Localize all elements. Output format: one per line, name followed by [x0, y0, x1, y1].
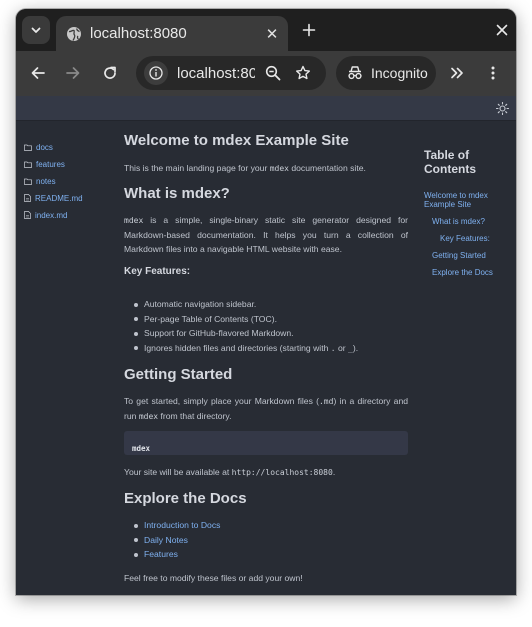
- available-paragraph: Your site will be available at http://lo…: [124, 467, 336, 477]
- features-list: Automatic navigation sidebar. Per-page T…: [134, 297, 408, 357]
- folder-icon: [24, 178, 32, 185]
- window-close-button[interactable]: [491, 19, 513, 41]
- incognito-indicator[interactable]: Incognito: [336, 56, 436, 90]
- more-vertical-icon: [491, 66, 495, 80]
- sidebar-item-label: docs: [36, 142, 53, 152]
- tab-search-button[interactable]: [22, 16, 50, 44]
- zoom-out-icon: [265, 65, 281, 81]
- toc-item-getting-started[interactable]: Getting Started: [432, 251, 486, 260]
- url-text[interactable]: localhost:8080: [177, 65, 255, 82]
- tab-title: localhost:8080: [90, 25, 187, 42]
- zoom-button[interactable]: [261, 61, 285, 85]
- plus-icon: [302, 23, 316, 37]
- sidebar-item-label: features: [36, 159, 65, 169]
- address-bar[interactable]: localhost:8080: [136, 56, 326, 90]
- sidebar-nav: docs features notes README.md index.md: [16, 121, 114, 595]
- sidebar-item-label: notes: [36, 176, 56, 186]
- list-item: Support for GitHub-flavored Markdown.: [134, 326, 408, 341]
- bookmark-button[interactable]: [291, 61, 315, 85]
- link-introduction-to-docs[interactable]: Introduction to Docs: [144, 520, 220, 530]
- menu-button[interactable]: [480, 60, 506, 86]
- new-tab-button[interactable]: [298, 19, 320, 41]
- sidebar-item-label: index.md: [35, 210, 68, 220]
- getting-started-paragraph: To get started, simply place your Markdo…: [124, 396, 409, 421]
- sidebar-item-features[interactable]: features: [24, 157, 65, 171]
- reload-icon: [104, 66, 116, 79]
- toc-title: Table of Contents: [424, 148, 476, 176]
- link-features[interactable]: Features: [144, 549, 178, 559]
- footer-paragraph: Feel free to modify these files or add y…: [124, 573, 303, 583]
- star-icon: [296, 65, 310, 80]
- tab-strip: localhost:8080 ✕: [16, 9, 516, 51]
- sidebar-item-notes[interactable]: notes: [24, 174, 56, 188]
- toc-item-welcome[interactable]: Welcome to mdex Example Site: [424, 191, 510, 209]
- close-icon: [496, 24, 508, 36]
- list-item: Features: [134, 547, 408, 562]
- browser-window: localhost:8080 ✕ localhost:8080: [16, 9, 516, 595]
- what-paragraph: mdex is a simple, single-binary static s…: [124, 215, 408, 254]
- chevron-down-icon: [31, 27, 41, 33]
- reload-button[interactable]: [97, 60, 123, 86]
- site-info-button[interactable]: [144, 61, 168, 85]
- heading-key-features: Key Features:: [124, 266, 191, 277]
- browser-tab-active[interactable]: localhost:8080 ✕: [56, 16, 288, 51]
- arrow-left-icon: [31, 67, 45, 79]
- heading-getting-started: Getting Started: [124, 366, 233, 383]
- sidebar-item-readme[interactable]: README.md: [24, 191, 83, 205]
- heading-what-is-mdex: What is mdex?: [124, 185, 230, 202]
- incognito-label: Incognito: [371, 65, 428, 81]
- sun-icon: [495, 101, 509, 115]
- extensions-overflow-button[interactable]: [444, 60, 470, 86]
- list-item: Ignores hidden files and directories (st…: [134, 341, 408, 357]
- list-item: Automatic navigation sidebar.: [134, 297, 408, 312]
- list-item: Introduction to Docs: [134, 518, 408, 533]
- intro-paragraph: This is the main landing page for your m…: [124, 163, 366, 173]
- info-icon: [149, 66, 163, 80]
- site-header-bar: [16, 96, 516, 121]
- toc-item-key-features[interactable]: Key Features:: [440, 234, 490, 243]
- arrow-right-icon: [66, 67, 80, 79]
- heading-explore-docs: Explore the Docs: [124, 490, 247, 507]
- browser-toolbar: localhost:8080 Incognito: [16, 51, 516, 96]
- sidebar-item-index[interactable]: index.md: [24, 208, 67, 222]
- toc-item-explore-docs[interactable]: Explore the Docs: [432, 268, 493, 277]
- list-item: Per-page Table of Contents (TOC).: [134, 312, 408, 327]
- folder-icon: [24, 161, 32, 168]
- forward-button[interactable]: [60, 60, 86, 86]
- double-chevron-right-icon: [451, 67, 463, 79]
- back-button[interactable]: [25, 60, 51, 86]
- toc-item-what-is-mdex[interactable]: What is mdex?: [432, 217, 485, 226]
- folder-icon: [24, 144, 32, 151]
- list-item: Daily Notes: [134, 533, 408, 548]
- code-block: mdex: [124, 431, 408, 455]
- link-daily-notes[interactable]: Daily Notes: [144, 535, 188, 545]
- sidebar-item-docs[interactable]: docs: [24, 140, 53, 154]
- globe-icon: [67, 26, 81, 41]
- file-icon: [24, 211, 31, 219]
- explore-links-list: Introduction to Docs Daily Notes Feature…: [134, 518, 408, 562]
- incognito-icon: [348, 66, 362, 80]
- theme-toggle-button[interactable]: [494, 100, 510, 116]
- close-tab-icon[interactable]: ✕: [260, 25, 284, 43]
- sidebar-item-label: README.md: [35, 193, 83, 203]
- file-icon: [24, 194, 31, 202]
- page-title: Welcome to mdex Example Site: [124, 132, 349, 149]
